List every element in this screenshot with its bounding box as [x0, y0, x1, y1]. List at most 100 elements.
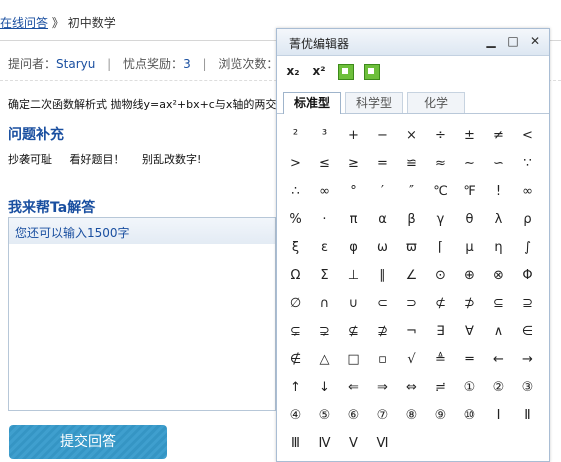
symbol-button[interactable]: ↑ — [281, 373, 310, 401]
symbol-button[interactable]: ⑧ — [397, 401, 426, 429]
symbol-button[interactable]: ≠ — [484, 121, 513, 149]
symbol-button[interactable]: ⑨ — [426, 401, 455, 429]
symbol-button[interactable]: π — [339, 205, 368, 233]
symbol-button[interactable]: η — [484, 233, 513, 261]
symbol-button[interactable]: ℉ — [455, 177, 484, 205]
symbol-button[interactable]: ③ — [513, 373, 542, 401]
table-icon[interactable] — [364, 64, 380, 80]
symbol-button[interactable]: + — [339, 121, 368, 149]
symbol-button[interactable]: ∈ — [513, 317, 542, 345]
symbol-button[interactable]: ═ — [455, 345, 484, 373]
symbol-button[interactable]: ⊊ — [281, 317, 310, 345]
symbol-button[interactable]: ▫ — [368, 345, 397, 373]
symbol-button[interactable]: ″ — [397, 177, 426, 205]
symbol-button[interactable]: β — [397, 205, 426, 233]
symbol-button[interactable]: ρ — [513, 205, 542, 233]
symbol-button[interactable]: ⊕ — [455, 261, 484, 289]
symbol-button[interactable]: ⑩ — [455, 401, 484, 429]
symbol-button[interactable]: θ — [455, 205, 484, 233]
symbol-button[interactable]: − — [368, 121, 397, 149]
symbol-button[interactable]: ℃ — [426, 177, 455, 205]
minimize-icon[interactable]: ▁ — [483, 33, 499, 49]
symbol-button[interactable]: ⌈ — [426, 233, 455, 261]
symbol-button[interactable]: = — [368, 149, 397, 177]
symbol-button[interactable]: ⊗ — [484, 261, 513, 289]
symbol-button[interactable]: ∞ — [513, 177, 542, 205]
symbol-button[interactable]: λ — [484, 205, 513, 233]
symbol-button[interactable]: ε — [310, 233, 339, 261]
symbol-button[interactable]: ° — [339, 177, 368, 205]
answer-textarea[interactable] — [8, 244, 276, 411]
symbol-button[interactable]: ⇒ — [368, 373, 397, 401]
symbol-button[interactable]: ∩ — [310, 289, 339, 317]
matrix-icon[interactable] — [338, 64, 354, 80]
symbol-button[interactable]: ④ — [281, 401, 310, 429]
symbol-button[interactable]: % — [281, 205, 310, 233]
superscript-button[interactable]: x² — [309, 61, 329, 81]
symbol-button[interactable]: ← — [484, 345, 513, 373]
maximize-icon[interactable]: □ — [505, 33, 521, 49]
symbol-button[interactable]: ① — [455, 373, 484, 401]
symbol-button[interactable]: ³ — [310, 121, 339, 149]
symbol-button[interactable]: · — [310, 205, 339, 233]
symbol-button[interactable]: → — [513, 345, 542, 373]
symbol-button[interactable]: ∞ — [310, 177, 339, 205]
symbol-button[interactable]: Φ — [513, 261, 542, 289]
symbol-button[interactable]: ¬ — [397, 317, 426, 345]
symbol-button[interactable]: > — [281, 149, 310, 177]
symbol-button[interactable]: □ — [339, 345, 368, 373]
symbol-button[interactable]: ! — [484, 177, 513, 205]
symbol-button[interactable]: φ — [339, 233, 368, 261]
symbol-button[interactable]: ξ — [281, 233, 310, 261]
symbol-button[interactable]: ≤ — [310, 149, 339, 177]
symbol-button[interactable]: ∵ — [513, 149, 542, 177]
symbol-button[interactable]: √ — [397, 345, 426, 373]
symbol-button[interactable]: ⊅ — [455, 289, 484, 317]
symbol-button[interactable]: ≜ — [426, 345, 455, 373]
symbol-button[interactable]: ≌ — [397, 149, 426, 177]
symbol-button[interactable]: ⊂ — [368, 289, 397, 317]
symbol-button[interactable]: ÷ — [426, 121, 455, 149]
asker-link[interactable]: Staryu — [56, 57, 95, 71]
symbol-button[interactable]: ⇔ — [397, 373, 426, 401]
symbol-button[interactable]: ∪ — [339, 289, 368, 317]
symbol-button[interactable]: ↓ — [310, 373, 339, 401]
symbol-button[interactable]: ⑥ — [339, 401, 368, 429]
symbol-button[interactable]: ∥ — [368, 261, 397, 289]
symbol-button[interactable]: ² — [281, 121, 310, 149]
symbol-button[interactable]: ⇐ — [339, 373, 368, 401]
symbol-button[interactable]: ⊃ — [397, 289, 426, 317]
breadcrumb-link[interactable]: 在线问答 — [0, 16, 48, 30]
symbol-button[interactable]: ≈ — [426, 149, 455, 177]
symbol-button[interactable]: ∧ — [484, 317, 513, 345]
tab-chemistry[interactable]: 化学 — [407, 92, 465, 113]
symbol-button[interactable]: ϖ — [397, 233, 426, 261]
symbol-button[interactable]: < — [513, 121, 542, 149]
subscript-button[interactable]: x₂ — [283, 61, 303, 81]
symbol-button[interactable]: Σ — [310, 261, 339, 289]
symbol-button[interactable]: α — [368, 205, 397, 233]
symbol-button[interactable]: ≓ — [426, 373, 455, 401]
symbol-button[interactable]: Ω — [281, 261, 310, 289]
tab-standard[interactable]: 标准型 — [283, 92, 341, 114]
symbol-button[interactable]: ≥ — [339, 149, 368, 177]
symbol-button[interactable]: ∅ — [281, 289, 310, 317]
symbol-button[interactable]: ′ — [368, 177, 397, 205]
symbol-button[interactable]: ⊋ — [310, 317, 339, 345]
symbol-button[interactable]: ⊄ — [426, 289, 455, 317]
symbol-button[interactable]: Ⅰ — [484, 401, 513, 429]
symbol-button[interactable]: ∉ — [281, 345, 310, 373]
symbol-button[interactable]: ⊙ — [426, 261, 455, 289]
close-icon[interactable]: ✕ — [527, 33, 543, 49]
symbol-button[interactable]: ② — [484, 373, 513, 401]
symbol-button[interactable]: γ — [426, 205, 455, 233]
symbol-button[interactable]: ∼ — [455, 149, 484, 177]
symbol-button[interactable]: μ — [455, 233, 484, 261]
symbol-button[interactable]: ⊆ — [484, 289, 513, 317]
symbol-button[interactable]: ⊥ — [339, 261, 368, 289]
symbol-button[interactable]: ⑦ — [368, 401, 397, 429]
symbol-button[interactable]: ⊉ — [368, 317, 397, 345]
symbol-button[interactable]: ∠ — [397, 261, 426, 289]
symbol-button[interactable]: × — [397, 121, 426, 149]
symbol-button[interactable]: ∽ — [484, 149, 513, 177]
